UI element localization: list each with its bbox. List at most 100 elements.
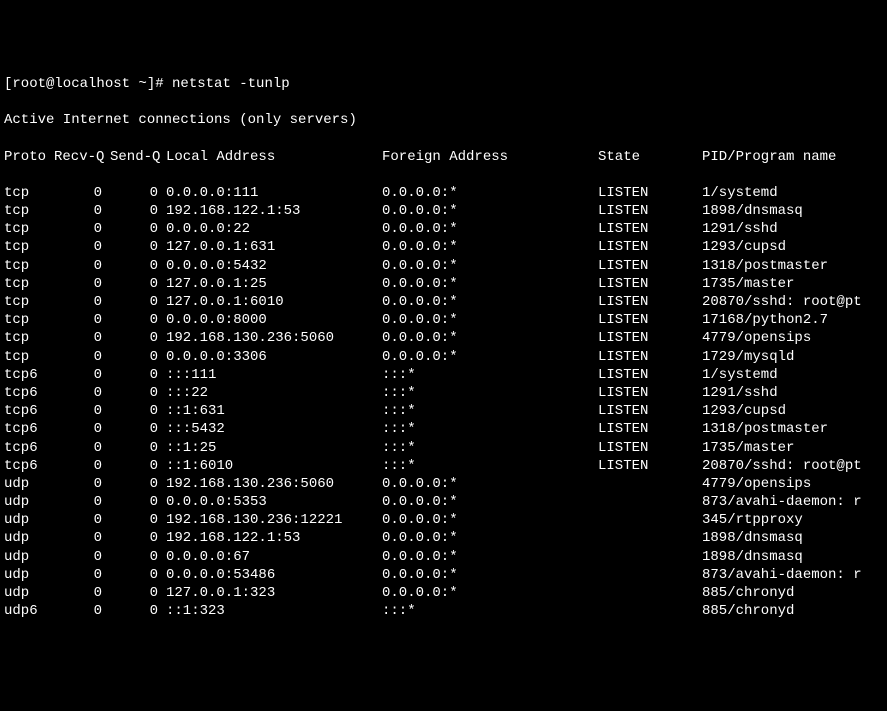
table-row: tcp00192.168.130.236:50600.0.0.0:*LISTEN… — [4, 329, 883, 347]
local-cell: 192.168.130.236:12221 — [166, 511, 382, 529]
local-cell: 0.0.0.0:53486 — [166, 566, 382, 584]
prog-cell: 873/avahi-daemon: r — [702, 566, 883, 584]
table-row: tcp00127.0.0.1:60100.0.0.0:*LISTEN20870/… — [4, 293, 883, 311]
table-row: tcp600::1:25:::*LISTEN1735/master — [4, 439, 883, 457]
proto-cell: udp — [4, 566, 54, 584]
foreign-cell: 0.0.0.0:* — [382, 548, 598, 566]
prog-cell: 885/chronyd — [702, 584, 883, 602]
proto-cell: tcp — [4, 275, 54, 293]
recvq-cell: 0 — [54, 184, 110, 202]
recvq-cell: 0 — [54, 366, 110, 384]
prog-cell: 1729/mysqld — [702, 348, 883, 366]
state-cell: LISTEN — [598, 257, 702, 275]
prog-cell: 885/chronyd — [702, 602, 883, 620]
state-cell: LISTEN — [598, 202, 702, 220]
foreign-cell: :::* — [382, 402, 598, 420]
foreign-cell: :::* — [382, 439, 598, 457]
foreign-cell: 0.0.0.0:* — [382, 529, 598, 547]
recvq-cell: 0 — [54, 348, 110, 366]
proto-cell: udp6 — [4, 602, 54, 620]
prog-cell: 1898/dnsmasq — [702, 548, 883, 566]
sendq-cell: 0 — [110, 439, 166, 457]
table-row: udp00127.0.0.1:3230.0.0.0:*885/chronyd — [4, 584, 883, 602]
recvq-cell: 0 — [54, 457, 110, 475]
foreign-cell: 0.0.0.0:* — [382, 184, 598, 202]
recvq-cell: 0 — [54, 329, 110, 347]
proto-cell: tcp — [4, 238, 54, 256]
proto-cell: tcp6 — [4, 402, 54, 420]
output-header: Active Internet connections (only server… — [4, 111, 883, 129]
state-cell: LISTEN — [598, 329, 702, 347]
sendq-cell: 0 — [110, 493, 166, 511]
recvq-cell: 0 — [54, 493, 110, 511]
sendq-cell: 0 — [110, 529, 166, 547]
sendq-cell: 0 — [110, 293, 166, 311]
proto-cell: tcp6 — [4, 439, 54, 457]
foreign-cell: 0.0.0.0:* — [382, 348, 598, 366]
proto-cell: tcp — [4, 329, 54, 347]
prog-cell: 873/avahi-daemon: r — [702, 493, 883, 511]
sendq-cell: 0 — [110, 420, 166, 438]
table-row: udp00192.168.122.1:530.0.0.0:*1898/dnsma… — [4, 529, 883, 547]
foreign-cell: :::* — [382, 384, 598, 402]
prog-cell: 4779/opensips — [702, 329, 883, 347]
proto-cell: tcp6 — [4, 366, 54, 384]
recvq-cell: 0 — [54, 238, 110, 256]
local-cell: 127.0.0.1:323 — [166, 584, 382, 602]
proto-cell: tcp — [4, 184, 54, 202]
state-cell: LISTEN — [598, 402, 702, 420]
table-row: udp000.0.0.0:670.0.0.0:*1898/dnsmasq — [4, 548, 883, 566]
col-state-header: State — [598, 148, 702, 166]
col-local-header: Local Address — [166, 148, 382, 166]
sendq-cell: 0 — [110, 257, 166, 275]
recvq-cell: 0 — [54, 584, 110, 602]
proto-cell: tcp6 — [4, 457, 54, 475]
local-cell: 192.168.122.1:53 — [166, 529, 382, 547]
sendq-cell: 0 — [110, 348, 166, 366]
prog-cell: 17168/python2.7 — [702, 311, 883, 329]
state-cell: LISTEN — [598, 275, 702, 293]
proto-cell: udp — [4, 548, 54, 566]
proto-cell: udp — [4, 493, 54, 511]
prog-cell: 1735/master — [702, 275, 883, 293]
sendq-cell: 0 — [110, 584, 166, 602]
foreign-cell: 0.0.0.0:* — [382, 293, 598, 311]
prog-cell: 4779/opensips — [702, 475, 883, 493]
local-cell: ::1:6010 — [166, 457, 382, 475]
state-cell: LISTEN — [598, 348, 702, 366]
prompt-prefix: [root@localhost ~]# — [4, 75, 172, 93]
local-cell: 0.0.0.0:8000 — [166, 311, 382, 329]
table-row: tcp600:::22:::*LISTEN1291/sshd — [4, 384, 883, 402]
state-cell: LISTEN — [598, 384, 702, 402]
foreign-cell: 0.0.0.0:* — [382, 511, 598, 529]
foreign-cell: 0.0.0.0:* — [382, 202, 598, 220]
table-row: udp600::1:323:::*885/chronyd — [4, 602, 883, 620]
local-cell: 0.0.0.0:3306 — [166, 348, 382, 366]
local-cell: 192.168.122.1:53 — [166, 202, 382, 220]
prog-cell: 1291/sshd — [702, 220, 883, 238]
table-row: tcp600::1:6010:::*LISTEN20870/sshd: root… — [4, 457, 883, 475]
table-row: tcp600:::5432:::*LISTEN1318/postmaster — [4, 420, 883, 438]
recvq-cell: 0 — [54, 439, 110, 457]
table-row: tcp000.0.0.0:220.0.0.0:*LISTEN1291/sshd — [4, 220, 883, 238]
state-cell — [598, 511, 702, 529]
proto-cell: tcp — [4, 311, 54, 329]
prog-cell: 1293/cupsd — [702, 402, 883, 420]
local-cell: :::111 — [166, 366, 382, 384]
table-row: tcp600:::111:::*LISTEN1/systemd — [4, 366, 883, 384]
foreign-cell: 0.0.0.0:* — [382, 257, 598, 275]
shell-prompt: [root@localhost ~]# netstat -tunlp — [4, 75, 883, 93]
proto-cell: udp — [4, 584, 54, 602]
state-cell — [598, 529, 702, 547]
prog-cell: 1318/postmaster — [702, 257, 883, 275]
sendq-cell: 0 — [110, 402, 166, 420]
proto-cell: tcp — [4, 257, 54, 275]
recvq-cell: 0 — [54, 602, 110, 620]
proto-cell: tcp — [4, 293, 54, 311]
state-cell — [598, 566, 702, 584]
proto-cell: udp — [4, 475, 54, 493]
table-row: tcp000.0.0.0:33060.0.0.0:*LISTEN1729/mys… — [4, 348, 883, 366]
table-row: tcp00127.0.0.1:250.0.0.0:*LISTEN1735/mas… — [4, 275, 883, 293]
proto-cell: tcp6 — [4, 384, 54, 402]
recvq-cell: 0 — [54, 566, 110, 584]
